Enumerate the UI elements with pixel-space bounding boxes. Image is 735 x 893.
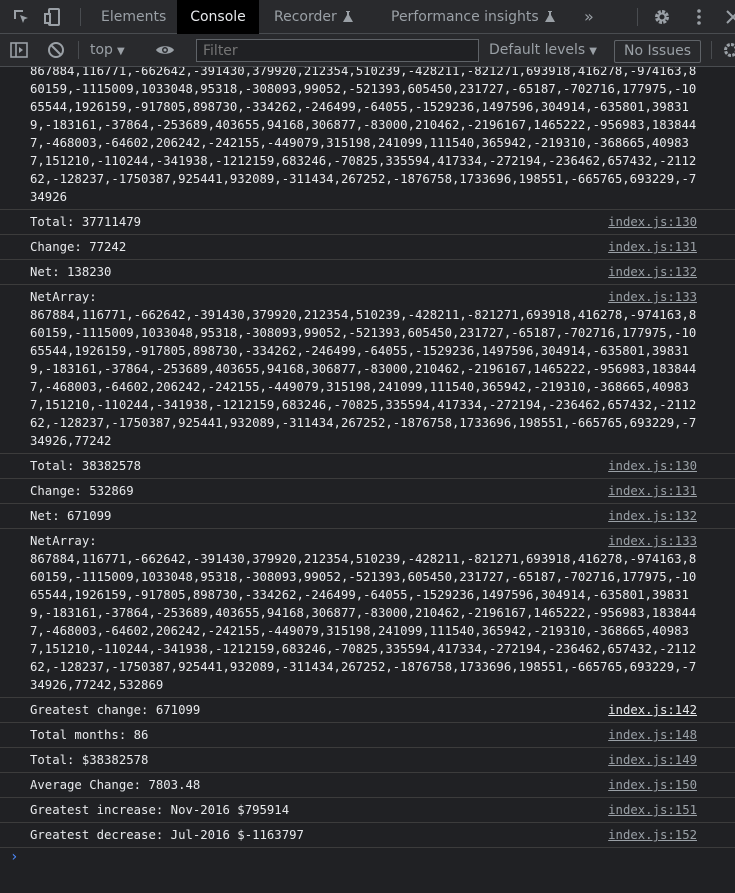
toolbar-divider [78, 41, 79, 59]
tab-performance-insights[interactable]: Performance insights [391, 0, 555, 34]
inspect-element-icon[interactable] [12, 8, 30, 26]
tab-recorder[interactable]: Recorder [274, 0, 353, 34]
filter-input[interactable] [196, 39, 479, 62]
message-text: Total: 38382578 [30, 459, 142, 473]
message-text: Greatest change: 671099 [30, 703, 201, 717]
dropdown-caret-icon: ▼ [589, 46, 597, 57]
source-link[interactable]: index.js:152 [608, 826, 697, 844]
message-text: NetArray: 867884,116771,-662642,-391430,… [30, 290, 697, 448]
source-link[interactable]: index.js:130 [608, 457, 697, 475]
console-message: Total months: 86 index.js:148 [0, 723, 735, 748]
clear-console-icon[interactable] [47, 41, 65, 59]
message-text: Change: 77242 [30, 240, 127, 254]
console-message: 867884,116771,-662642,-391430,379920,212… [0, 67, 735, 210]
source-link[interactable]: index.js:132 [608, 263, 697, 281]
source-link[interactable]: index.js:151 [608, 801, 697, 819]
source-link[interactable]: index.js:148 [608, 726, 697, 744]
message-text: Change: 532869 [30, 484, 134, 498]
message-text: Net: 138230 [30, 265, 112, 279]
message-text: Average Change: 7803.48 [30, 778, 201, 792]
source-link[interactable]: index.js:130 [608, 213, 697, 231]
gear-icon[interactable] [653, 8, 671, 26]
console-message: Total: 38382578 index.js:130 [0, 454, 735, 479]
source-link[interactable]: index.js:131 [608, 238, 697, 256]
toolbar-divider [637, 8, 638, 26]
devtools-tabbar: Elements Console Recorder Performance in… [0, 0, 735, 34]
message-text: Total: $38382578 [30, 753, 149, 767]
console-toolbar: top▼ Default levels▼ No Issues [0, 34, 735, 67]
source-link[interactable]: index.js:149 [608, 751, 697, 769]
toolbar-divider [711, 41, 712, 59]
tab-console[interactable]: Console [177, 0, 259, 34]
issues-button[interactable]: No Issues [614, 40, 701, 63]
experiment-flask-icon [342, 11, 353, 22]
log-levels-dropdown[interactable]: Default levels ▼ [489, 42, 597, 58]
dropdown-caret-icon: ▼ [116, 46, 125, 57]
console-message: Change: 532869 index.js:131 [0, 479, 735, 504]
eye-icon[interactable] [155, 41, 175, 59]
console-message: Net: 671099 index.js:132 [0, 504, 735, 529]
more-options-icon[interactable] [690, 8, 708, 26]
source-link[interactable]: index.js:133 [608, 532, 697, 550]
source-link[interactable]: index.js:150 [608, 776, 697, 794]
message-text: Total months: 86 [30, 728, 149, 742]
console-settings-gear-icon[interactable] [722, 41, 735, 59]
tab-elements[interactable]: Elements [101, 0, 166, 34]
source-link[interactable]: index.js:133 [608, 288, 697, 306]
more-tabs-button[interactable]: » [584, 0, 594, 34]
console-output[interactable]: 867884,116771,-662642,-391430,379920,212… [0, 67, 735, 893]
console-message: Total: $38382578 index.js:149 [0, 748, 735, 773]
console-message: Net: 138230 index.js:132 [0, 260, 735, 285]
console-messages: 867884,116771,-662642,-391430,379920,212… [0, 67, 735, 876]
console-message: Total: 37711479 index.js:130 [0, 210, 735, 235]
source-link[interactable]: index.js:131 [608, 482, 697, 500]
console-message: NetArray: 867884,116771,-662642,-391430,… [0, 529, 735, 698]
prompt-chevron-icon: › [10, 849, 19, 865]
console-message: NetArray: 867884,116771,-662642,-391430,… [0, 285, 735, 454]
context-selector[interactable]: top ▼ [90, 42, 125, 58]
close-icon[interactable] [724, 8, 735, 26]
show-sidebar-icon[interactable] [10, 41, 28, 59]
message-text: Greatest increase: Nov-2016 $795914 [30, 803, 290, 817]
toolbar-divider [80, 8, 81, 26]
source-link[interactable]: index.js:142 [608, 701, 697, 719]
device-toolbar-icon[interactable] [44, 8, 62, 26]
message-text: NetArray: 867884,116771,-662642,-391430,… [30, 534, 697, 692]
console-prompt-row[interactable]: › [0, 848, 735, 876]
console-message: Average Change: 7803.48 index.js:150 [0, 773, 735, 798]
source-link[interactable]: index.js:132 [608, 507, 697, 525]
message-text: Greatest decrease: Jul-2016 $-1163797 [30, 828, 304, 842]
experiment-flask-icon [544, 11, 555, 22]
console-message: Greatest increase: Nov-2016 $795914 inde… [0, 798, 735, 823]
console-message: Greatest change: 671099 index.js:142 [0, 698, 735, 723]
message-text: Total: 37711479 [30, 215, 142, 229]
message-text: Net: 671099 [30, 509, 112, 523]
console-message: Greatest decrease: Jul-2016 $-1163797 in… [0, 823, 735, 848]
console-message: Change: 77242 index.js:131 [0, 235, 735, 260]
message-text: 867884,116771,-662642,-391430,379920,212… [30, 67, 697, 204]
